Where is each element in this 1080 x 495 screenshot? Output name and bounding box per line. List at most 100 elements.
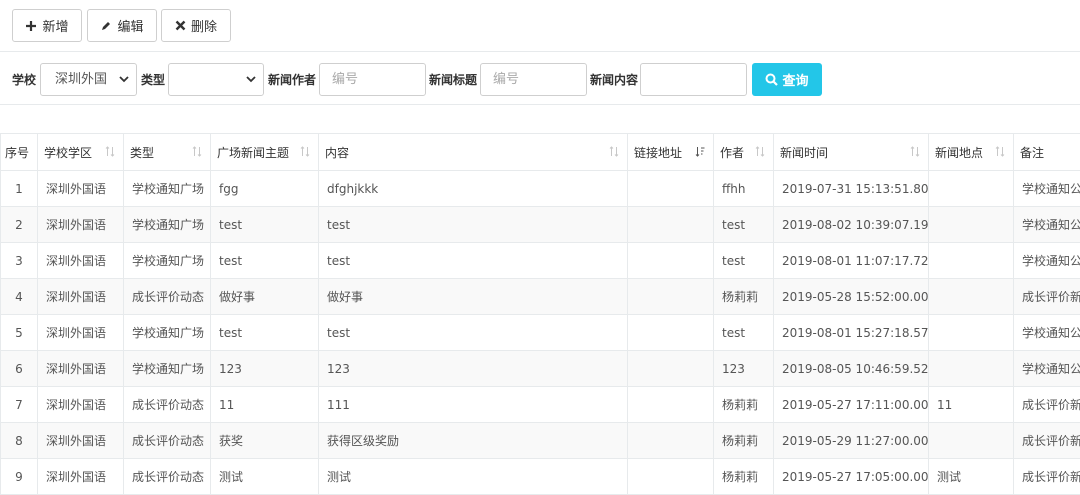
edit-button[interactable]: 编辑 <box>87 9 157 42</box>
header-label: 作者 <box>720 146 744 160</box>
title-input-placeholder: 编号 <box>493 72 519 87</box>
header-author[interactable]: 作者 <box>714 134 774 171</box>
author-label: 新闻作者 <box>268 71 316 88</box>
cell-location: 测试 <box>929 459 1014 495</box>
cell-index: 6 <box>1 351 38 387</box>
header-link[interactable]: 链接地址 <box>628 134 714 171</box>
news-table: 序号 学校学区 类型 广场新闻主题 内容 链接地址 作者 新闻时间 新闻地点 备… <box>0 133 1080 495</box>
cell-content: test <box>319 243 628 279</box>
cell-remark: 学校通知公 <box>1014 351 1080 387</box>
cell-time: 2019-08-01 11:07:17.727 <box>774 243 929 279</box>
type-select[interactable] <box>168 63 264 96</box>
cell-type: 学校通知广场 <box>124 207 211 243</box>
cell-author: 杨莉莉 <box>714 279 774 315</box>
header-school[interactable]: 学校学区 <box>38 134 124 171</box>
header-content[interactable]: 内容 <box>319 134 628 171</box>
cell-link <box>628 171 714 207</box>
sort-icon <box>609 146 619 160</box>
header-label: 类型 <box>130 146 154 160</box>
cell-author: test <box>714 315 774 351</box>
header-time[interactable]: 新闻时间 <box>774 134 929 171</box>
cell-remark: 成长评价新 <box>1014 459 1080 495</box>
table-row[interactable]: 6 深圳外国语 学校通知广场 123 123 123 2019-08-05 10… <box>1 351 1080 387</box>
cell-time: 2019-05-27 17:11:00.000 <box>774 387 929 423</box>
sort-desc-icon <box>695 146 705 160</box>
chevron-down-icon <box>246 75 256 83</box>
header-label: 新闻时间 <box>780 146 828 160</box>
cell-type: 学校通知广场 <box>124 315 211 351</box>
cell-content: 获得区级奖励 <box>319 423 628 459</box>
cell-author: 杨莉莉 <box>714 387 774 423</box>
content-label: 新闻内容 <box>590 71 638 88</box>
cell-time: 2019-08-02 10:39:07.197 <box>774 207 929 243</box>
filter-bar: 学校 深圳外国 类型 新闻作者 编号 新闻标题 编号 新闻内容 查询 <box>0 53 1080 105</box>
table-row[interactable]: 8 深圳外国语 成长评价动态 获奖 获得区级奖励 杨莉莉 2019-05-29 … <box>1 423 1080 459</box>
delete-button-label: 删除 <box>191 16 217 35</box>
cell-index: 8 <box>1 423 38 459</box>
cell-author: ffhh <box>714 171 774 207</box>
header-label: 序号 <box>5 146 29 160</box>
cell-topic: 做好事 <box>211 279 319 315</box>
school-select[interactable]: 深圳外国 <box>40 63 137 96</box>
cell-type: 成长评价动态 <box>124 423 211 459</box>
add-button[interactable]: 新增 <box>12 9 82 42</box>
table-row[interactable]: 7 深圳外国语 成长评价动态 11 111 杨莉莉 2019-05-27 17:… <box>1 387 1080 423</box>
cell-remark: 学校通知公 <box>1014 171 1080 207</box>
cell-link <box>628 387 714 423</box>
cell-school: 深圳外国语 <box>38 351 124 387</box>
table-row[interactable]: 3 深圳外国语 学校通知广场 test test test 2019-08-01… <box>1 243 1080 279</box>
header-remark[interactable]: 备注 <box>1014 134 1080 171</box>
cell-remark: 成长评价新 <box>1014 423 1080 459</box>
cell-link <box>628 315 714 351</box>
table-row[interactable]: 4 深圳外国语 成长评价动态 做好事 做好事 杨莉莉 2019-05-28 15… <box>1 279 1080 315</box>
cell-topic: 获奖 <box>211 423 319 459</box>
cell-remark: 成长评价新 <box>1014 387 1080 423</box>
cell-link <box>628 351 714 387</box>
cell-time: 2019-08-05 10:46:59.527 <box>774 351 929 387</box>
cell-time: 2019-05-28 15:52:00.000 <box>774 279 929 315</box>
query-button-label: 查询 <box>782 70 808 89</box>
delete-button[interactable]: 删除 <box>161 9 231 42</box>
cell-type: 成长评价动态 <box>124 279 211 315</box>
edit-button-label: 编辑 <box>117 16 143 35</box>
table-row[interactable]: 9 深圳外国语 成长评价动态 测试 测试 杨莉莉 2019-05-27 17:0… <box>1 459 1080 495</box>
table-header-row: 序号 学校学区 类型 广场新闻主题 内容 链接地址 作者 新闻时间 新闻地点 备… <box>1 134 1080 171</box>
cell-school: 深圳外国语 <box>38 171 124 207</box>
cell-time: 2019-07-31 15:13:51.800 <box>774 171 929 207</box>
cell-location <box>929 207 1014 243</box>
table-row[interactable]: 5 深圳外国语 学校通知广场 test test test 2019-08-01… <box>1 315 1080 351</box>
header-location[interactable]: 新闻地点 <box>929 134 1014 171</box>
cell-school: 深圳外国语 <box>38 207 124 243</box>
cell-remark: 学校通知公 <box>1014 315 1080 351</box>
cell-location <box>929 279 1014 315</box>
cell-content: 123 <box>319 351 628 387</box>
cell-time: 2019-05-27 17:05:00.000 <box>774 459 929 495</box>
cell-location <box>929 423 1014 459</box>
cell-school: 深圳外国语 <box>38 315 124 351</box>
header-label: 备注 <box>1020 146 1044 160</box>
author-input[interactable]: 编号 <box>319 63 426 96</box>
cell-author: 杨莉莉 <box>714 459 774 495</box>
pencil-icon <box>100 20 112 32</box>
cell-index: 9 <box>1 459 38 495</box>
cell-content: dfghjkkk <box>319 171 628 207</box>
cell-school: 深圳外国语 <box>38 279 124 315</box>
cell-content: test <box>319 315 628 351</box>
cell-location <box>929 315 1014 351</box>
header-label: 学校学区 <box>44 146 92 160</box>
cell-content: 测试 <box>319 459 628 495</box>
header-type[interactable]: 类型 <box>124 134 211 171</box>
cell-topic: test <box>211 207 319 243</box>
query-button[interactable]: 查询 <box>752 63 822 96</box>
content-input[interactable] <box>640 63 747 96</box>
header-topic[interactable]: 广场新闻主题 <box>211 134 319 171</box>
header-label: 链接地址 <box>634 146 682 160</box>
plus-icon <box>25 20 37 32</box>
cell-author: 123 <box>714 351 774 387</box>
table-row[interactable]: 2 深圳外国语 学校通知广场 test test test 2019-08-02… <box>1 207 1080 243</box>
cell-link <box>628 423 714 459</box>
cell-location <box>929 243 1014 279</box>
header-label: 广场新闻主题 <box>217 146 289 160</box>
table-row[interactable]: 1 深圳外国语 学校通知广场 fgg dfghjkkk ffhh 2019-07… <box>1 171 1080 207</box>
title-input[interactable]: 编号 <box>480 63 587 96</box>
